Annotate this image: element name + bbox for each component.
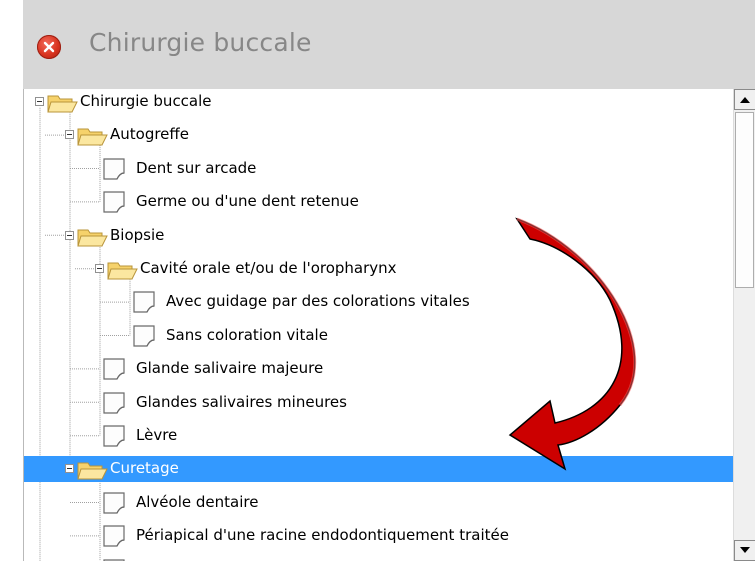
tree-item-row[interactable]: Dent sur arcade [24,156,733,182]
folder-icon [107,262,138,280]
document-icon [133,291,155,313]
document-icon [103,492,125,514]
folder-icon [47,95,78,113]
folder-icon [77,229,108,247]
collapse-toggle[interactable] [65,130,74,140]
tree-item-label: Avec guidage par des colorations vitales [166,292,470,311]
document-icon [133,325,155,347]
document-icon [103,558,125,561]
tree-item-label: Glandes salivaires mineures [136,392,347,411]
collapse-toggle[interactable] [95,264,104,273]
document-icon [103,358,125,380]
tree-item-label: Dent sur arcade [136,158,257,177]
scroll-down-button[interactable] [734,540,755,561]
vertical-scrollbar[interactable] [733,89,755,561]
tree-item-row[interactable] [24,557,733,561]
tree-item-label: Curetage [110,459,179,478]
tree-folder-row[interactable]: Chirurgie buccale [24,89,733,115]
window-title: Chirurgie buccale [89,28,312,57]
tree-item-label: Alvéole dentaire [136,492,259,511]
folder-icon [77,462,108,480]
tree-item-label: Cavité orale et/ou de l'oropharynx [140,259,397,277]
collapse-toggle[interactable] [65,230,74,240]
tree-item-row[interactable]: Périapical d'une racine endodontiquement… [24,523,733,549]
collapse-toggle[interactable] [35,97,44,106]
document-icon [103,425,125,447]
document-icon [103,525,125,547]
curved-arrow-icon [508,217,637,471]
folder-icon [77,128,108,146]
tree-item-label: Périapical d'une racine endodontiquement… [136,526,509,545]
tree-item-label: Germe ou d'une dent retenue [136,192,359,211]
document-icon [103,191,125,213]
close-icon[interactable] [37,35,61,59]
tree-item-label: Lèvre [136,426,178,444]
tree-item-label: Autogreffe [110,125,189,144]
scroll-up-button[interactable] [734,89,755,110]
tree-item-label: Chirurgie buccale [80,92,212,110]
tree-folder-row[interactable]: Autogreffe [24,122,733,148]
tree-item-label: Glande salivaire majeure [136,359,324,378]
collapse-toggle[interactable] [65,464,74,474]
tree-item-label: Biopsie [110,225,165,244]
document-icon [103,158,125,180]
scroll-thumb[interactable] [735,112,754,288]
document-icon [103,391,125,414]
tree-item-row[interactable]: Alvéole dentaire [24,490,733,516]
window-titlebar: Chirurgie buccale [23,0,755,89]
tree-item-label: Sans coloration vitale [166,325,328,344]
